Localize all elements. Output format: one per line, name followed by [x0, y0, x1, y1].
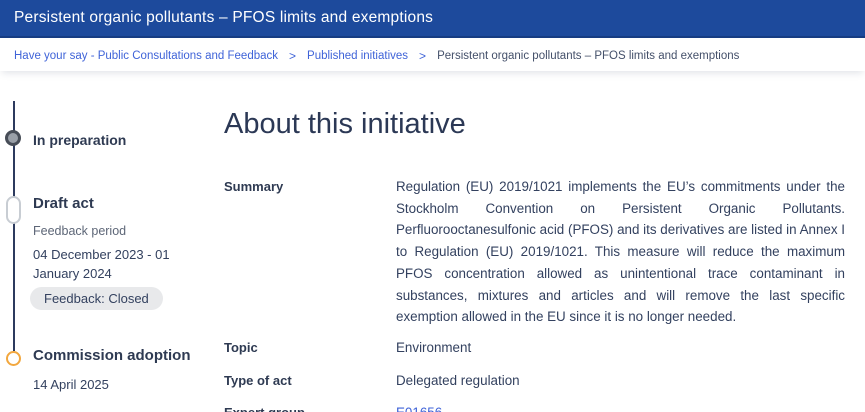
timeline-feedback-period-dates: 04 December 2023 - 01 January 2024	[33, 245, 185, 283]
field-row-topic: Topic Environment	[224, 337, 845, 359]
type-of-act-value: Delegated regulation	[396, 370, 845, 392]
page-header-title: Persistent organic pollutants – PFOS lim…	[14, 9, 433, 27]
expert-group-value-cell: E01656	[396, 402, 845, 412]
expert-group-label: Expert group	[224, 402, 396, 412]
summary-value: Regulation (EU) 2019/1021 implements the…	[396, 176, 845, 328]
timeline-stage-commission-adoption: Commission adoption	[33, 347, 191, 364]
field-row-summary: Summary Regulation (EU) 2019/1021 implem…	[224, 176, 845, 328]
breadcrumb-separator-icon: >	[419, 49, 426, 63]
breadcrumb-current-page: Persistent organic pollutants – PFOS lim…	[437, 50, 739, 62]
timeline-marker-draft-act-icon	[6, 196, 21, 224]
type-of-act-label: Type of act	[224, 370, 396, 392]
field-row-type-of-act: Type of act Delegated regulation	[224, 370, 845, 392]
breadcrumb: Have your say - Public Consultations and…	[0, 40, 865, 71]
breadcrumb-separator-icon: >	[289, 49, 296, 63]
timeline-marker-in-preparation-icon	[5, 130, 21, 146]
topic-value: Environment	[396, 337, 845, 359]
topic-label: Topic	[224, 337, 396, 359]
page-title: About this initiative	[224, 108, 466, 141]
initiative-details: Summary Regulation (EU) 2019/1021 implem…	[224, 176, 845, 412]
timeline-feedback-period-label: Feedback period	[33, 224, 126, 238]
timeline-stage-in-preparation: In preparation	[33, 132, 126, 148]
field-row-expert-group: Expert group E01656	[224, 402, 845, 412]
timeline-commission-adoption-date: 14 April 2025	[33, 377, 109, 392]
expert-group-link[interactable]: E01656	[396, 405, 442, 412]
breadcrumb-link-published-initiatives[interactable]: Published initiatives	[307, 50, 408, 62]
timeline-stage-draft-act: Draft act	[33, 195, 94, 212]
breadcrumb-link-have-your-say[interactable]: Have your say - Public Consultations and…	[14, 50, 278, 62]
timeline-marker-commission-adoption-icon	[6, 351, 21, 366]
feedback-status-badge: Feedback: Closed	[30, 287, 163, 310]
summary-label: Summary	[224, 176, 396, 328]
page-header: Persistent organic pollutants – PFOS lim…	[0, 0, 865, 38]
